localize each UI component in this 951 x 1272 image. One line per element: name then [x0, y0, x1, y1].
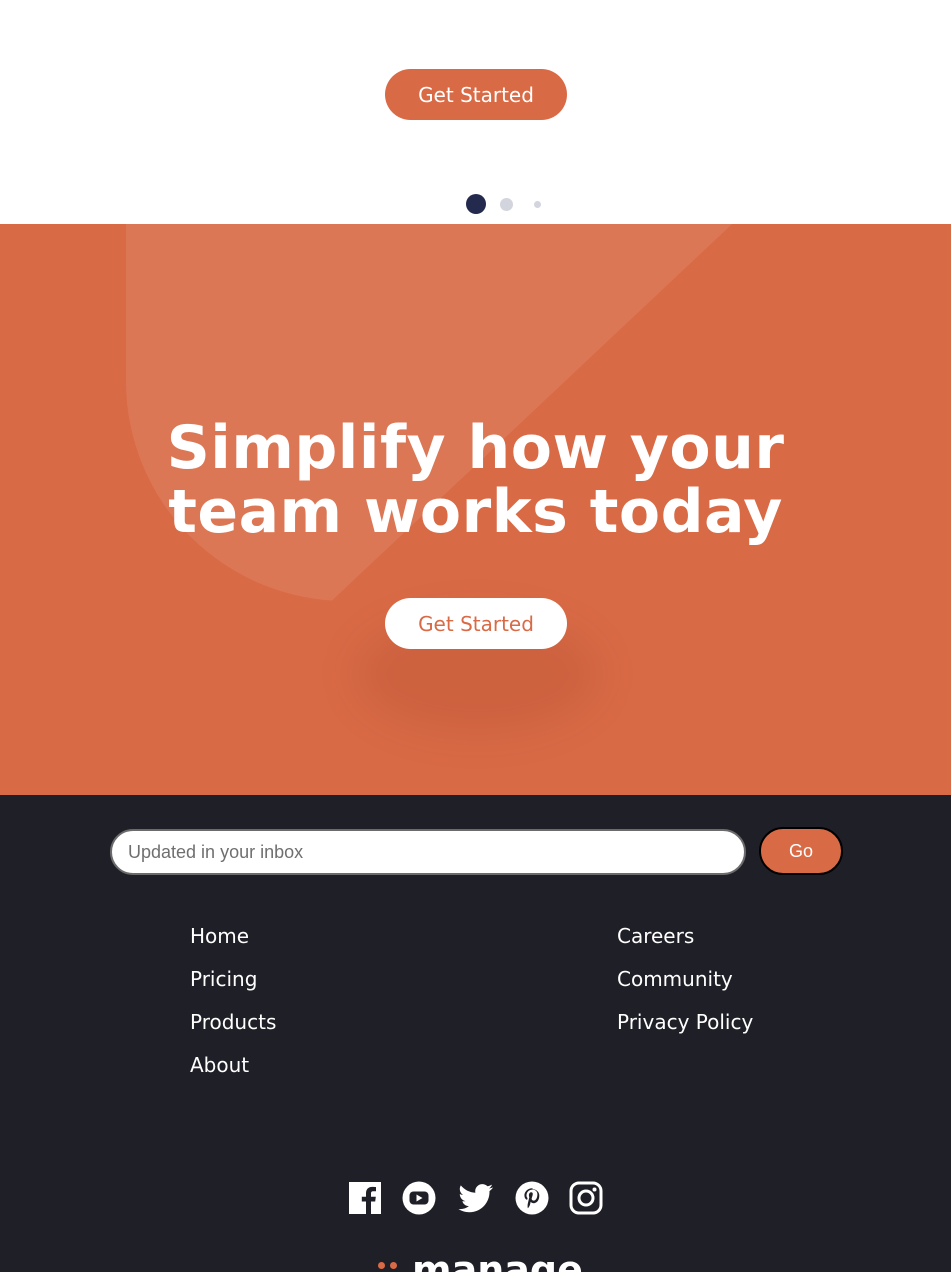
get-started-button[interactable]: Get Started [385, 69, 567, 120]
pinterest-icon[interactable] [515, 1181, 549, 1215]
hero-bottom: Get Started [0, 0, 951, 224]
footer-link-about[interactable]: About [190, 1044, 276, 1087]
footer-links-left: Home Pricing Products About [190, 915, 276, 1087]
footer-logo[interactable]: manage [378, 1250, 583, 1272]
cta-title-line-1: Simplify how your [166, 413, 785, 483]
footer-link-community[interactable]: Community [617, 958, 753, 1001]
slider-dots [0, 193, 951, 215]
instagram-icon[interactable] [569, 1181, 603, 1215]
footer-link-pricing[interactable]: Pricing [190, 958, 276, 1001]
logo-text: manage [412, 1248, 583, 1272]
footer-link-careers[interactable]: Careers [617, 915, 753, 958]
youtube-icon[interactable] [402, 1181, 436, 1215]
footer: Go Home Pricing Products About Careers C… [0, 795, 951, 1272]
twitter-icon[interactable] [458, 1181, 494, 1215]
cta-title: Simplify how your team works today [0, 416, 951, 544]
footer-link-home[interactable]: Home [190, 915, 276, 958]
slider-dot-1[interactable] [466, 194, 486, 214]
footer-links-right: Careers Community Privacy Policy [617, 915, 753, 1044]
logo-mark-icon [378, 1262, 402, 1272]
newsletter-email-input[interactable] [110, 829, 746, 875]
facebook-icon[interactable] [348, 1181, 382, 1215]
cta-section: Simplify how your team works today Get S… [0, 224, 951, 795]
slider-dot-2[interactable] [500, 198, 513, 211]
newsletter-go-button[interactable]: Go [759, 827, 843, 875]
cta-title-line-2: team works today [168, 477, 783, 547]
slider-dot-3[interactable] [534, 201, 541, 208]
cta-get-started-button[interactable]: Get Started [385, 598, 567, 649]
footer-link-products[interactable]: Products [190, 1001, 276, 1044]
footer-link-privacy-policy[interactable]: Privacy Policy [617, 1001, 753, 1044]
